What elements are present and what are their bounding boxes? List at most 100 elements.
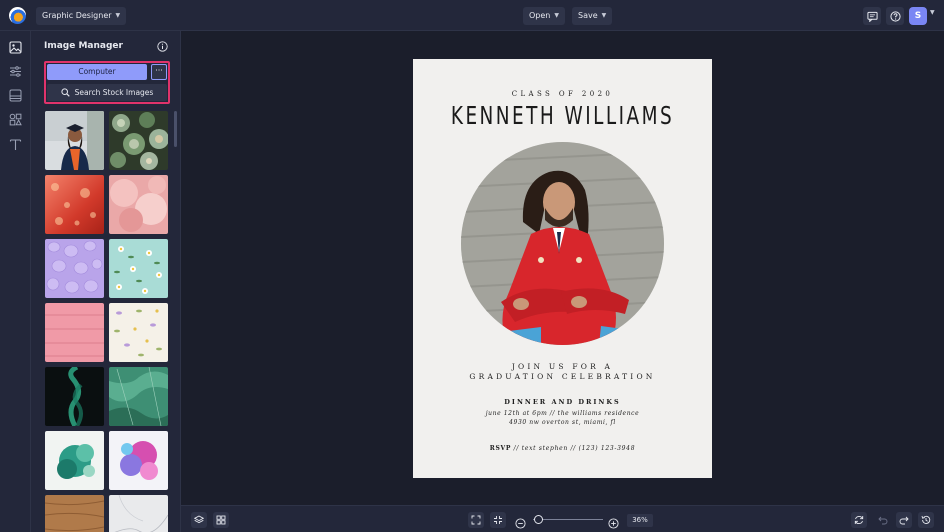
grid-view-button[interactable] [213, 512, 229, 528]
image-thumbnail-teal-ink[interactable] [45, 431, 104, 490]
join-us-text[interactable]: JOIN US FOR A [413, 362, 712, 371]
search-icon [61, 88, 70, 97]
chevron-down-icon: ▼ [554, 12, 559, 19]
image-thumbnail-purple-drops[interactable] [45, 239, 104, 298]
image-thumbnail-pink-clouds[interactable] [109, 175, 168, 234]
graduate-photo-circle[interactable] [461, 142, 664, 345]
rsvp-text[interactable]: RSVP // text stephen // (123) 123-3948 [413, 445, 712, 452]
rsvp-label: RSVP [489, 445, 512, 452]
more-upload-options-button[interactable]: ··· [151, 64, 167, 80]
search-stock-images-button[interactable]: Search Stock Images [47, 84, 167, 101]
zoom-slider-handle[interactable] [534, 515, 543, 524]
undo-icon [878, 516, 888, 525]
purple-drops-photo [45, 239, 104, 298]
upload-from-computer-button[interactable]: Computer [47, 64, 147, 80]
green-smoke-photo [45, 367, 104, 426]
elements-icon [9, 113, 22, 126]
search-stock-images-label: Search Stock Images [74, 88, 154, 97]
app-logo[interactable] [9, 7, 26, 24]
zoom-in-button[interactable] [608, 514, 619, 529]
address-text[interactable]: 4930 nw overton st, miami, fl [413, 419, 712, 426]
comments-button[interactable] [863, 7, 881, 25]
graduate-photo [45, 111, 104, 170]
replace-button[interactable] [851, 512, 867, 528]
rail-item-elements[interactable] [9, 113, 22, 126]
wood-photo [45, 495, 104, 532]
sliders-icon [10, 66, 21, 77]
image-thumbnail-red-bokeh[interactable] [45, 175, 104, 234]
image-thumbnail-wood[interactable] [45, 495, 104, 532]
zoom-level[interactable]: 36% [627, 514, 653, 527]
bottom-toolbar: 36% [181, 505, 944, 532]
expand-icon [471, 515, 481, 525]
panel-scrollbar[interactable] [174, 111, 177, 147]
top-bar: Graphic Designer ▼ Open ▼ Save ▼ S ▼ [0, 0, 944, 31]
pink-ink-photo [109, 431, 168, 490]
shrink-icon [494, 516, 502, 524]
chevron-down-icon: ▼ [601, 12, 607, 19]
image-thumbnail-white-marble[interactable] [109, 495, 168, 532]
app: Graphic Designer ▼ Open ▼ Save ▼ S ▼ Ima… [0, 0, 944, 532]
history-button[interactable] [918, 512, 934, 528]
fit-to-screen-button[interactable] [468, 512, 484, 528]
grid-icon [216, 515, 226, 525]
white-marble-photo [109, 495, 168, 532]
image-icon [9, 41, 22, 54]
rail-item-images[interactable] [9, 41, 22, 54]
image-thumbnail-green-smoke[interactable] [45, 367, 104, 426]
green-marble-photo [109, 367, 168, 426]
mode-selector-button[interactable]: Graphic Designer ▼ [36, 7, 127, 25]
succulents-photo [109, 111, 168, 170]
mode-selector-label: Graphic Designer [42, 11, 112, 20]
dinner-text[interactable]: DINNER AND DRINKS [413, 398, 712, 406]
zoom-in-icon [608, 518, 619, 529]
image-thumbnail-graduate[interactable] [45, 111, 104, 170]
design-canvas-area[interactable]: CLASS OF 2020 KENNETH WILLIAMS JOIN US F… [181, 31, 944, 505]
graduate-name-text[interactable]: KENNETH WILLIAMS [440, 101, 685, 130]
petals-pattern [109, 303, 168, 362]
teal-ink-photo [45, 431, 104, 490]
image-thumbnail-green-marble[interactable] [109, 367, 168, 426]
layers-button[interactable] [191, 512, 207, 528]
class-of-text[interactable]: CLASS OF 2020 [413, 90, 712, 98]
actual-size-button[interactable] [490, 512, 506, 528]
redo-button[interactable] [896, 512, 912, 528]
image-thumbnail-succulents[interactable] [109, 111, 168, 170]
redo-icon [899, 516, 909, 525]
undo-button[interactable] [875, 512, 891, 528]
image-thumbnail-pink-wood[interactable] [45, 303, 104, 362]
save-button[interactable]: Save ▼ [572, 7, 613, 25]
info-icon[interactable] [157, 41, 168, 52]
image-thumbnail-daisies[interactable] [109, 239, 168, 298]
image-manager-panel: Image Manager Computer ··· Search Stock … [31, 31, 181, 532]
image-thumbnail-pink-ink[interactable] [109, 431, 168, 490]
refresh-icon [854, 515, 864, 525]
rail-item-adjust[interactable] [9, 65, 22, 78]
layers-icon [194, 515, 204, 524]
tool-rail [0, 31, 31, 532]
open-button[interactable]: Open ▼ [523, 7, 565, 25]
help-button[interactable] [886, 7, 904, 25]
layout-icon [9, 89, 22, 102]
help-icon [889, 10, 901, 22]
zoom-out-button[interactable] [515, 514, 526, 529]
chevron-down-icon[interactable]: ▼ [930, 9, 935, 16]
image-thumbnail-petals[interactable] [109, 303, 168, 362]
comment-icon [866, 11, 878, 22]
pink-wood-photo [45, 303, 104, 362]
chevron-down-icon: ▼ [115, 12, 121, 19]
panel-title: Image Manager [44, 41, 123, 51]
daisies-pattern [109, 239, 168, 298]
date-location-text[interactable]: june 12th at 6pm // the williams residen… [413, 410, 712, 417]
rail-item-layout[interactable] [9, 89, 22, 102]
user-avatar[interactable]: S [909, 7, 927, 25]
pink-clouds-photo [109, 175, 168, 234]
open-label: Open [529, 11, 551, 20]
rsvp-details: // text stephen // (123) 123-3948 [511, 445, 636, 452]
text-icon [9, 139, 22, 150]
zoom-slider-track[interactable] [533, 519, 603, 520]
celebration-text[interactable]: GRADUATION CELEBRATION [413, 372, 712, 381]
rail-item-text[interactable] [9, 138, 22, 151]
invitation-document[interactable]: CLASS OF 2020 KENNETH WILLIAMS JOIN US F… [413, 59, 712, 478]
red-bokeh-photo [45, 175, 104, 234]
